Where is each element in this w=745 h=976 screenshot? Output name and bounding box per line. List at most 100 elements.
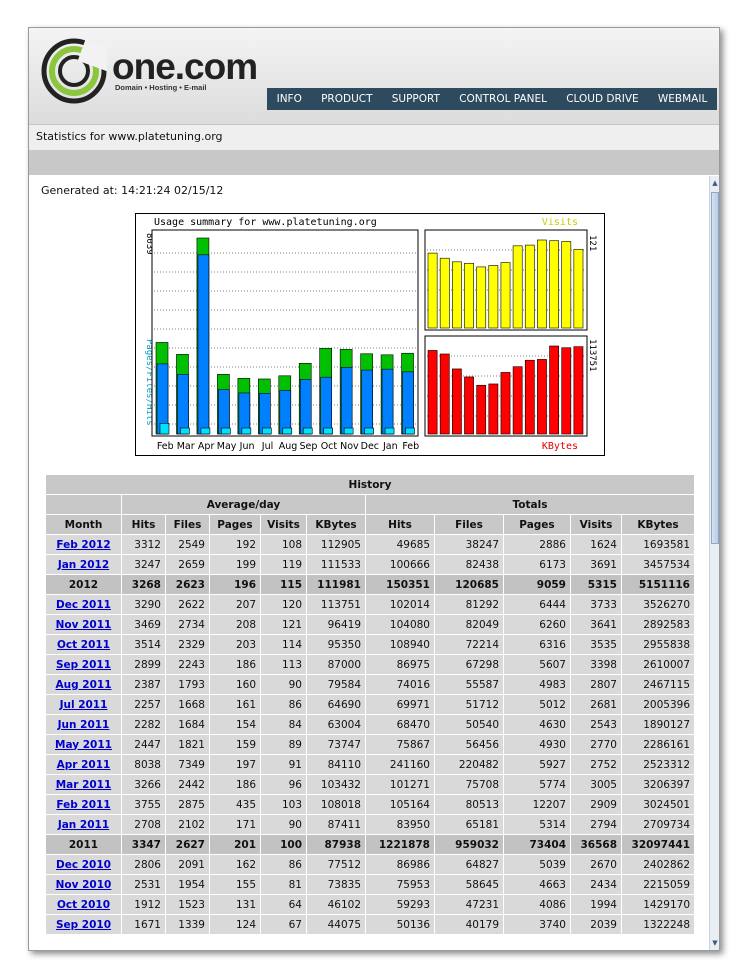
kbytes-bar [452, 368, 462, 435]
month-link[interactable]: Feb 2011 [56, 799, 110, 811]
vertical-scrollbar[interactable]: ▲ ▼ [709, 176, 719, 950]
history-month-cell[interactable]: Feb 2012 [46, 535, 121, 554]
nav-product[interactable]: PRODUCT [321, 93, 372, 105]
history-month-cell[interactable]: Oct 2011 [46, 635, 121, 654]
history-month-cell[interactable]: Jun 2011 [46, 715, 121, 734]
history-month-cell[interactable]: Oct 2010 [46, 895, 121, 914]
history-value-cell: 1523 [166, 895, 209, 914]
history-value-cell: 56456 [435, 735, 503, 754]
history-month-cell[interactable]: Jan 2011 [46, 815, 121, 834]
history-month-row: Mar 2011 3266 2442 186 96 103432 101271 75708 57… [46, 775, 694, 794]
history-value-cell: 2622 [166, 595, 209, 614]
pages-bar [262, 427, 272, 435]
history-value-cell: 47231 [435, 895, 503, 914]
history-value-cell: 120 [261, 595, 306, 614]
brand-tagline: Domain • Hosting • E-mail [115, 83, 207, 92]
history-month-cell[interactable]: Sep 2011 [46, 655, 121, 674]
kbytes-bar [464, 376, 474, 435]
one-com-logo-icon[interactable] [41, 38, 107, 104]
history-value-cell: 67298 [435, 655, 503, 674]
brand-name[interactable]: one.com [112, 46, 258, 88]
history-value-cell: 86 [261, 855, 306, 874]
scroll-down-icon[interactable]: ▼ [710, 938, 719, 948]
history-title: History [46, 475, 694, 494]
history-value-cell: 82438 [435, 555, 503, 574]
history-value-cell: 3641 [571, 615, 621, 634]
nav-control-panel[interactable]: CONTROL PANEL [459, 93, 547, 105]
month-link[interactable]: Jun 2011 [58, 719, 110, 731]
history-month-cell[interactable]: Mar 2011 [46, 775, 121, 794]
history-value-cell: 1793 [166, 675, 209, 694]
month-link[interactable]: Dec 2011 [56, 599, 111, 611]
history-column-header: Visits [261, 515, 306, 534]
scroll-up-icon[interactable]: ▲ [710, 178, 719, 188]
history-month-row: Nov 2011 3469 2734 208 121 96419 104080 82049 62… [46, 615, 694, 634]
history-blank-header [46, 495, 121, 514]
history-month-cell[interactable]: Sep 2010 [46, 915, 121, 934]
history-value-cell: 1624 [571, 535, 621, 554]
month-link[interactable]: Jul 2011 [60, 699, 108, 711]
history-value-cell: 59293 [366, 895, 434, 914]
month-link[interactable]: Dec 2010 [56, 859, 111, 871]
history-month-cell[interactable]: Nov 2010 [46, 875, 121, 894]
month-link[interactable]: Aug 2011 [56, 679, 112, 691]
history-value-cell: 87411 [307, 815, 365, 834]
month-link[interactable]: Oct 2010 [57, 899, 110, 911]
history-value-cell: 3347 [122, 835, 165, 854]
main-nav: INFO PRODUCT SUPPORT CONTROL PANEL CLOUD… [267, 88, 717, 110]
month-link[interactable]: Oct 2011 [57, 639, 110, 651]
history-month-cell[interactable]: Jul 2011 [46, 695, 121, 714]
history-group-average: Average/day [122, 495, 365, 514]
history-value-cell: 1322248 [622, 915, 694, 934]
stats-content: Generated at: 14:21:24 02/15/12 Usage su… [29, 176, 709, 950]
month-link[interactable]: Apr 2011 [57, 759, 111, 771]
history-value-cell: 111533 [307, 555, 365, 574]
history-value-cell: 435 [210, 795, 260, 814]
month-link[interactable]: Feb 2012 [56, 539, 110, 551]
history-value-cell: 131 [210, 895, 260, 914]
history-value-cell: 208 [210, 615, 260, 634]
history-value-cell: 95350 [307, 635, 365, 654]
history-month-cell[interactable]: Dec 2010 [46, 855, 121, 874]
history-month-cell[interactable]: Aug 2011 [46, 675, 121, 694]
history-month-cell[interactable]: Apr 2011 [46, 755, 121, 774]
history-month-cell[interactable]: Dec 2011 [46, 595, 121, 614]
nav-support[interactable]: SUPPORT [392, 93, 440, 105]
nav-cloud-drive[interactable]: CLOUD DRIVE [566, 93, 638, 105]
history-value-cell: 5012 [504, 695, 570, 714]
month-link[interactable]: Jan 2012 [58, 559, 109, 571]
history-value-cell: 160 [210, 675, 260, 694]
history-value-cell: 241160 [366, 755, 434, 774]
history-value-cell: 2610007 [622, 655, 694, 674]
pages-bar [323, 427, 333, 435]
history-value-cell: 7349 [166, 755, 209, 774]
history-column-header: Files [166, 515, 209, 534]
month-link[interactable]: Sep 2011 [56, 659, 111, 671]
month-link[interactable]: Nov 2010 [56, 879, 112, 891]
history-value-cell: 89 [261, 735, 306, 754]
history-value-cell: 4086 [504, 895, 570, 914]
history-month-row: Jan 2012 3247 2659 199 119 111533 100666 82438 6… [46, 555, 694, 574]
history-value-cell: 150351 [366, 575, 434, 594]
history-value-cell: 2286161 [622, 735, 694, 754]
files-bar [320, 376, 332, 435]
nav-info[interactable]: INFO [277, 93, 302, 105]
history-value-cell: 2282 [122, 715, 165, 734]
month-link[interactable]: Mar 2011 [56, 779, 112, 791]
nav-webmail[interactable]: WEBMAIL [658, 93, 707, 105]
history-table: History Average/day Totals Month Hits File… [45, 474, 695, 935]
history-value-cell: 3005 [571, 775, 621, 794]
kbytes-bar [439, 353, 450, 435]
files-bar [197, 254, 210, 435]
month-link[interactable]: Nov 2011 [56, 619, 112, 631]
history-month-cell[interactable]: Feb 2011 [46, 795, 121, 814]
month-link[interactable]: Sep 2010 [56, 919, 111, 931]
month-link[interactable]: Jan 2011 [58, 819, 109, 831]
chart-title: Usage summary for www.platetuning.org [154, 217, 377, 228]
history-month-cell[interactable]: May 2011 [46, 735, 121, 754]
history-month-cell[interactable]: Jan 2012 [46, 555, 121, 574]
history-value-cell: 67 [261, 915, 306, 934]
month-link[interactable]: May 2011 [55, 739, 112, 751]
scroll-thumb[interactable] [711, 192, 719, 544]
history-month-cell[interactable]: Nov 2011 [46, 615, 121, 634]
